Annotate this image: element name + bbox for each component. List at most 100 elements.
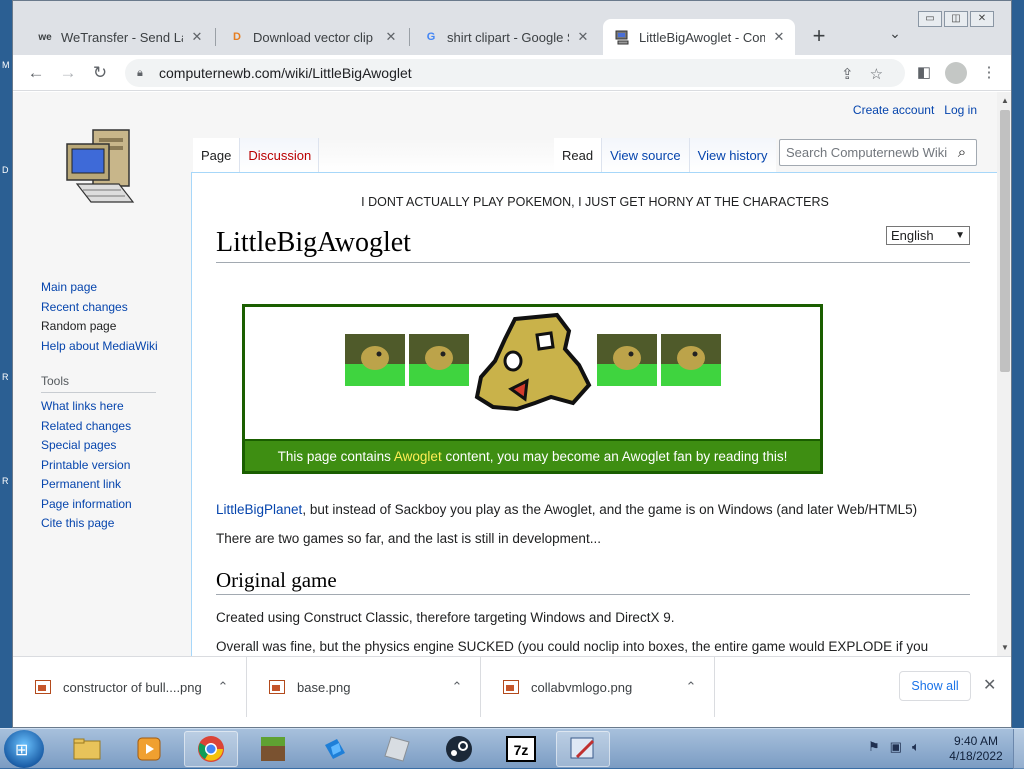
download-item[interactable]: collabvmlogo.png ⌃ bbox=[481, 657, 715, 717]
clock-time: 9:40 AM bbox=[953, 734, 999, 748]
banner-text: This page contains bbox=[277, 449, 394, 464]
page-scrollbar[interactable]: ▲ ▼ bbox=[997, 92, 1011, 656]
web-page: Create account Log in Main page Recent c… bbox=[13, 92, 997, 656]
nav-random-page[interactable]: Random page bbox=[41, 317, 191, 337]
tool-what-links-here[interactable]: What links here bbox=[41, 397, 191, 417]
show-desktop-button[interactable] bbox=[1013, 729, 1024, 769]
chevron-down-icon[interactable]: ⌄ bbox=[883, 25, 907, 49]
tab-separator bbox=[215, 28, 216, 46]
chevron-down-icon: ▼ bbox=[955, 230, 965, 241]
search-icon[interactable]: ⌕ bbox=[952, 144, 972, 161]
address-bar[interactable]: 🔒︎ computernewb.com/wiki/LittleBigAwogle… bbox=[125, 59, 905, 87]
paragraph-4: Overall was fine, but the physics engine… bbox=[216, 639, 929, 654]
tab-discussion[interactable]: Discussion bbox=[239, 138, 320, 172]
bookmark-star-icon[interactable]: ☆ bbox=[870, 65, 883, 83]
close-icon[interactable]: ✕ bbox=[983, 675, 996, 695]
tab-page[interactable]: Page bbox=[193, 138, 240, 172]
volume-icon[interactable]: 🔈︎ bbox=[912, 739, 920, 755]
share-icon[interactable]: ⇪ bbox=[841, 65, 854, 83]
minecraft-icon[interactable] bbox=[246, 731, 300, 767]
back-arrow-icon[interactable]: ← bbox=[24, 61, 48, 85]
intro-paragraph: LittleBigPlanet, but instead of Sackboy … bbox=[216, 502, 917, 517]
personal-tools: Create account Log in bbox=[853, 103, 977, 117]
7zip-icon[interactable]: 7z bbox=[494, 731, 548, 767]
wiki-logo[interactable] bbox=[63, 126, 143, 216]
scroll-down-icon[interactable]: ▼ bbox=[1001, 643, 1009, 652]
wiki-search-box[interactable]: Search Computernewb Wiki ⌕ bbox=[779, 139, 977, 166]
tools-heading: Tools bbox=[41, 374, 156, 393]
google-icon: G bbox=[426, 31, 436, 43]
download-item[interactable]: constructor of bull....png ⌃ bbox=[13, 657, 247, 717]
close-icon[interactable]: ✕ bbox=[189, 29, 205, 45]
profile-avatar-icon[interactable] bbox=[945, 62, 967, 84]
login-link[interactable]: Log in bbox=[944, 103, 977, 117]
tab-google-search[interactable]: G shirt clipart - Google Se ✕ bbox=[411, 19, 599, 55]
download-bar: constructor of bull....png ⌃ base.png ⌃ … bbox=[13, 656, 1011, 717]
new-tab-button[interactable]: + bbox=[805, 23, 833, 51]
nav-recent-changes[interactable]: Recent changes bbox=[41, 298, 191, 318]
url-text: computernewb.com/wiki/LittleBigAwoglet bbox=[159, 65, 412, 81]
steam-icon[interactable] bbox=[432, 731, 486, 767]
taskbar-clock[interactable]: 9:40 AM 4/18/2022 bbox=[946, 734, 1006, 764]
start-button[interactable]: ⊞ bbox=[4, 730, 44, 768]
awoglet-thumbnail bbox=[409, 334, 469, 386]
tab-littlebigawoglet[interactable]: LittleBigAwoglet - Comp ✕ bbox=[603, 19, 795, 55]
chrome-icon[interactable] bbox=[184, 731, 238, 767]
tab-view-source[interactable]: View source bbox=[601, 138, 689, 172]
close-window-button[interactable]: ✕ bbox=[970, 11, 994, 27]
chevron-up-icon[interactable]: ⌃ bbox=[213, 679, 233, 695]
app-blue-icon[interactable] bbox=[308, 731, 362, 767]
tab-vector-clip-art[interactable]: D Download vector clip art ✕ bbox=[217, 19, 407, 55]
chevron-up-icon[interactable]: ⌃ bbox=[681, 679, 701, 695]
tab-view-history[interactable]: View history bbox=[688, 138, 776, 172]
close-icon[interactable]: ✕ bbox=[383, 29, 399, 45]
banner-text: content, you may become an Awoglet fan b… bbox=[441, 449, 788, 464]
language-select[interactable]: English ▼ bbox=[886, 226, 970, 245]
tool-special-pages[interactable]: Special pages bbox=[41, 436, 191, 456]
create-account-link[interactable]: Create account bbox=[853, 103, 934, 117]
lock-icon: 🔒︎ bbox=[137, 66, 143, 79]
tool-cite-this-page[interactable]: Cite this page bbox=[41, 514, 191, 534]
minimize-button[interactable]: ▭ bbox=[918, 11, 942, 27]
tab-spacer bbox=[319, 138, 560, 172]
network-icon[interactable]: ▣ bbox=[890, 739, 902, 755]
media-player-icon[interactable] bbox=[122, 731, 176, 767]
image-file-icon bbox=[269, 680, 285, 694]
tab-read[interactable]: Read bbox=[554, 138, 602, 172]
tab-wetransfer[interactable]: we WeTransfer - Send Large ✕ bbox=[25, 19, 213, 55]
roblox-icon[interactable] bbox=[370, 731, 424, 767]
close-icon[interactable]: ✕ bbox=[771, 29, 787, 45]
awoglet-link[interactable]: Awoglet bbox=[394, 449, 442, 464]
file-explorer-icon[interactable] bbox=[60, 731, 114, 767]
intro-text: , but instead of Sackboy you play as the… bbox=[302, 502, 918, 517]
maximize-button[interactable]: ◫ bbox=[944, 11, 968, 27]
paragraph-3: Created using Construct Classic, therefo… bbox=[216, 610, 675, 625]
taskbar: ⊞ 7z ⚑ ▣ 🔈︎ 9:40 AM 4/18/2022 bbox=[0, 728, 1024, 769]
computer-icon bbox=[615, 29, 631, 45]
system-tray: ⚑ ▣ 🔈︎ bbox=[868, 739, 920, 755]
tool-printable-version[interactable]: Printable version bbox=[41, 456, 191, 476]
kebab-menu-icon[interactable]: ⋮ bbox=[977, 61, 1001, 85]
scrollbar-thumb[interactable] bbox=[1000, 110, 1010, 372]
desktop-edge: R bbox=[2, 372, 9, 382]
search-input[interactable]: Search Computernewb Wiki bbox=[786, 145, 952, 160]
tool-permanent-link[interactable]: Permanent link bbox=[41, 475, 191, 495]
awoglet-icon bbox=[474, 312, 592, 411]
tool-related-changes[interactable]: Related changes bbox=[41, 417, 191, 437]
action-center-flag-icon[interactable]: ⚑ bbox=[868, 739, 880, 755]
scroll-up-icon[interactable]: ▲ bbox=[1001, 96, 1009, 105]
tool-page-information[interactable]: Page information bbox=[41, 495, 191, 515]
littlebigplanet-link[interactable]: LittleBigPlanet bbox=[216, 502, 302, 517]
paint-icon[interactable] bbox=[556, 731, 610, 767]
side-panel-icon[interactable]: ◧ bbox=[912, 61, 936, 85]
chevron-up-icon[interactable]: ⌃ bbox=[447, 679, 467, 695]
nav-help[interactable]: Help about MediaWiki bbox=[41, 337, 191, 357]
show-all-button[interactable]: Show all bbox=[899, 671, 971, 701]
nav-main-page[interactable]: Main page bbox=[41, 278, 191, 298]
browser-toolbar: ← → ↻ 🔒︎ computernewb.com/wiki/LittleBig… bbox=[13, 55, 1011, 91]
reload-icon[interactable]: ↻ bbox=[88, 61, 112, 85]
forward-arrow-icon[interactable]: → bbox=[56, 61, 80, 85]
tab-title: Download vector clip art bbox=[253, 29, 377, 45]
close-icon[interactable]: ✕ bbox=[575, 29, 591, 45]
download-item[interactable]: base.png ⌃ bbox=[247, 657, 481, 717]
